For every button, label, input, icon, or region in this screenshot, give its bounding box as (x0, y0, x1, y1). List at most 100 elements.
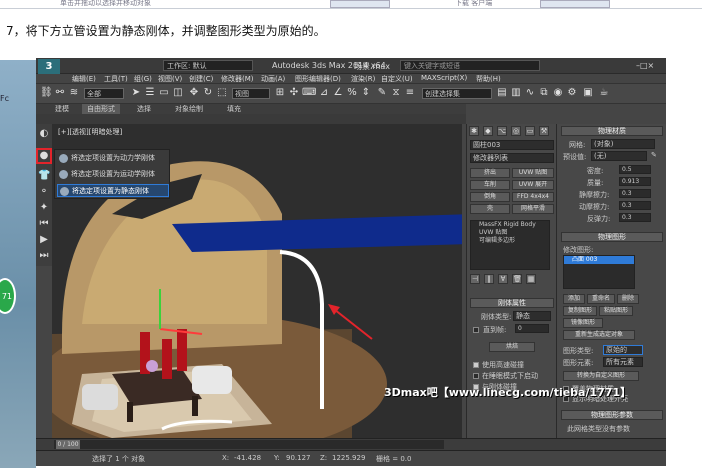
tab-object-paint[interactable]: 对象绘制 (170, 104, 208, 114)
render-setup-icon[interactable]: ⚙ (566, 87, 578, 99)
percent-snap-icon[interactable]: % (346, 87, 358, 99)
density-spinner[interactable]: 0.5 (619, 165, 651, 174)
render-icon[interactable]: ☕ (598, 87, 610, 99)
stack-item[interactable]: 可编辑多边形 (471, 237, 549, 245)
convert-custom-button[interactable]: 转换为自定义图形 (563, 371, 639, 381)
workspace-select[interactable]: 工作区: 默认 (163, 60, 253, 71)
menu-tools[interactable]: 工具(T) (104, 74, 128, 84)
shell-button[interactable]: 壳 (470, 204, 510, 214)
menu-edit[interactable]: 编辑(E) (72, 74, 96, 84)
bevel-button[interactable]: 倒角 (470, 192, 510, 202)
set-kinematic-rigid-item[interactable]: 将选定项设置为运动学刚体 (57, 168, 169, 181)
reference-coord-select[interactable]: 视图 (232, 88, 270, 99)
rigid-type-select[interactable]: 静态 (513, 311, 551, 321)
modifier-list-select[interactable]: 修改器列表 (470, 153, 554, 163)
x-coord-field[interactable]: -41.428 (234, 454, 261, 462)
time-slider[interactable] (54, 440, 444, 449)
scale-icon[interactable]: ⬚ (216, 87, 228, 99)
menu-views[interactable]: 视图(V) (158, 74, 182, 84)
paste-shape-button[interactable]: 粘贴图形 (599, 306, 633, 316)
physical-shapes-rollout[interactable]: 物理图形 (561, 232, 663, 242)
add-shape-button[interactable]: 添加 (563, 294, 585, 304)
utilities-tab-icon[interactable]: ⚒ (539, 126, 549, 136)
show-end-icon[interactable]: ‖ (484, 274, 494, 284)
extrude-button[interactable]: 挤出 (470, 168, 510, 178)
hierarchy-tab-icon[interactable]: ⌥ (497, 126, 507, 136)
mass-spinner[interactable]: 0.913 (619, 177, 651, 186)
lathe-button[interactable]: 车削 (470, 180, 510, 190)
rotate-icon[interactable]: ↻ (202, 87, 214, 99)
rename-shape-button[interactable]: 重命名 (587, 294, 615, 304)
tab-freeform[interactable]: 自由形式 (82, 104, 120, 114)
tab-selection[interactable]: 选择 (132, 104, 156, 114)
constraint-icon[interactable]: ⚬ (38, 186, 50, 198)
rigid-body-properties-rollout[interactable]: 刚体属性 (470, 298, 554, 308)
shape-element-select[interactable]: 所有元素 (603, 357, 643, 367)
material-editor-icon[interactable]: ◉ (552, 87, 564, 99)
step-sim-icon[interactable]: ⏭ (38, 250, 50, 262)
copy-shape-button[interactable]: 复制图形 (563, 306, 597, 316)
configure-sets-icon[interactable]: ▦ (526, 274, 536, 284)
meshsmooth-button[interactable]: 网格平滑 (512, 204, 554, 214)
align-icon[interactable]: ≡ (404, 87, 416, 99)
move-icon[interactable]: ✥ (188, 87, 200, 99)
menu-animation[interactable]: 动画(A) (261, 74, 285, 84)
unlink-icon[interactable]: ⚯ (54, 87, 66, 99)
start-sleep-checkbox[interactable] (473, 373, 479, 379)
shape-list[interactable]: 凸面 003 (563, 255, 635, 289)
bounciness-spinner[interactable]: 0.3 (619, 213, 651, 222)
stack-item[interactable]: UVW 贴图 (471, 229, 549, 237)
window-controls[interactable]: –□× (636, 61, 654, 70)
time-slider-handle[interactable]: 0 / 100 (56, 440, 80, 449)
uvw-unwrap-button[interactable]: UVW 展开 (512, 180, 554, 190)
display-tab-icon[interactable]: ▭ (525, 126, 535, 136)
region-icon[interactable]: ▭ (158, 87, 170, 99)
render-frame-icon[interactable]: ▣ (582, 87, 594, 99)
keyboard-shortcut-icon[interactable]: ⌨ (302, 87, 316, 99)
menu-graph-editors[interactable]: 图形编辑器(D) (295, 74, 341, 84)
until-frame-spinner[interactable]: 0 (515, 324, 549, 333)
dynamic-friction-spinner[interactable]: 0.3 (619, 201, 651, 210)
edit-named-sel-icon[interactable]: ✎ (376, 87, 388, 99)
shape-list-item[interactable]: 凸面 003 (564, 256, 634, 264)
schematic-icon[interactable]: ⧉ (538, 87, 550, 99)
delete-shape-button[interactable]: 删除 (617, 294, 639, 304)
y-coord-field[interactable]: 90.127 (286, 454, 311, 462)
pivot-icon[interactable]: ⊞ (274, 87, 286, 99)
select-manipulate-icon[interactable]: ✣ (288, 87, 300, 99)
set-dynamic-rigid-item[interactable]: 将选定项设置为动力学刚体 (57, 152, 169, 165)
menu-maxscript[interactable]: MAXScript(X) (421, 74, 467, 82)
menu-help[interactable]: 帮助(H) (476, 74, 501, 84)
angle-snap-icon[interactable]: ∠ (332, 87, 344, 99)
static-friction-spinner[interactable]: 0.3 (619, 189, 651, 198)
mesh-select[interactable]: (对象) (591, 139, 655, 149)
menu-group[interactable]: 组(G) (134, 74, 152, 84)
spinner-snap-icon[interactable]: ⇕ (360, 87, 372, 99)
bake-button[interactable]: 烘焙 (489, 342, 535, 352)
cloth-icon[interactable]: 👕 (38, 170, 50, 182)
z-coord-field[interactable]: 1225.929 (332, 454, 365, 462)
ragdoll-icon[interactable]: ✦ (38, 202, 50, 214)
ffd-button[interactable]: FFD 4x4x4 (512, 192, 554, 202)
select-icon[interactable]: ➤ (130, 87, 142, 99)
window-crossing-icon[interactable]: ◫ (172, 87, 184, 99)
world-settings-icon[interactable]: ◐ (38, 128, 50, 140)
high-velocity-checkbox[interactable] (473, 362, 479, 368)
set-static-rigid-item[interactable]: 将选定项设置为静态刚体 (57, 184, 169, 197)
layer-icon[interactable]: ▤ (496, 87, 508, 99)
object-name-field[interactable]: 圆柱003 (470, 140, 554, 150)
link-icon[interactable]: ⛓ (40, 87, 53, 99)
named-selection-set-select[interactable]: 创建选择集 (422, 88, 492, 99)
create-tab-icon[interactable]: ✱ (469, 126, 479, 136)
menu-create[interactable]: 创建(C) (189, 74, 213, 84)
tab-populate[interactable]: 填充 (222, 104, 246, 114)
bind-icon[interactable]: ≋ (68, 87, 80, 99)
viewport-label[interactable]: [+][透视][明暗处理] (58, 127, 122, 137)
until-frame-checkbox[interactable] (473, 327, 479, 333)
menu-customize[interactable]: 自定义(U) (381, 74, 413, 84)
stack-item[interactable]: MassFX Rigid Body (471, 221, 549, 229)
search-input[interactable]: 键入关键字或短语 (400, 60, 540, 71)
app-logo-icon[interactable]: 3 (38, 59, 60, 74)
uvw-map-button[interactable]: UVW 贴图 (512, 168, 554, 178)
menu-rendering[interactable]: 渲染(R) (351, 74, 375, 84)
